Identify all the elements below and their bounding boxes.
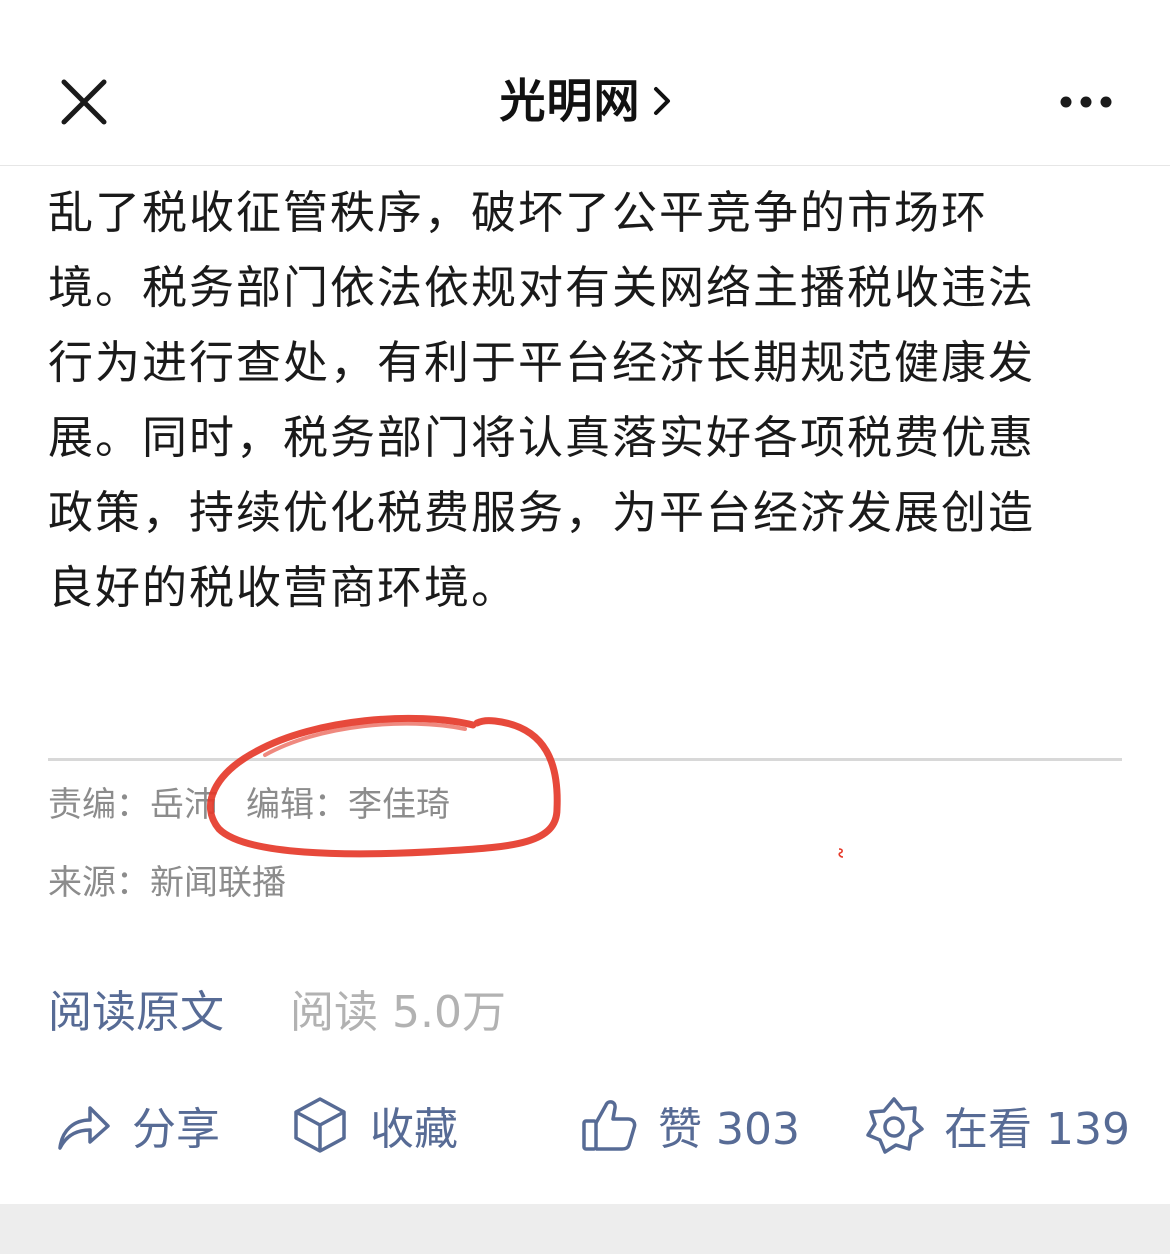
top-navbar: 光明网 (0, 0, 1170, 166)
article-line: 行为进行查处，有利于平台经济长期规范健康发 (48, 336, 1036, 389)
favorite-button[interactable]: 收藏 (290, 1085, 458, 1165)
chevron-right-icon (653, 86, 670, 115)
viewing-button[interactable]: 在看 139 (864, 1085, 1130, 1165)
read-count: 阅读 5.0万 (290, 987, 506, 1038)
cube-icon (294, 1097, 346, 1153)
source-credit: 来源：新闻联播 (48, 861, 286, 905)
more-button[interactable] (1058, 84, 1114, 120)
share-button[interactable]: 分享 (54, 1085, 220, 1165)
editor2-label: 编辑： (246, 785, 348, 825)
editor2-name: 李佳琦 (348, 785, 450, 825)
editor-credit: 责编：岳沛 编辑：李佳琦 (48, 783, 450, 827)
source-label: 来源： (48, 863, 150, 903)
thumbs-up-icon (582, 1100, 637, 1151)
red-speck (838, 848, 844, 858)
action-bar: 分享 收藏 赞 303 在看 139 (0, 1085, 1170, 1165)
viewing-label: 在看 139 (944, 1104, 1130, 1155)
favorite-label: 收藏 (370, 1104, 458, 1155)
account-name: 光明网 (499, 74, 641, 128)
divider (48, 758, 1122, 761)
share-label: 分享 (132, 1104, 220, 1155)
source-name: 新闻联播 (150, 863, 286, 903)
article-line: 政策，持续优化税费服务，为平台经济发展创造 (48, 486, 1036, 539)
like-label: 赞 303 (658, 1104, 800, 1155)
editor-name: 岳沛 (150, 785, 218, 825)
bottom-bar (0, 1204, 1170, 1254)
article-line: 良好的税收营商环境。 (48, 561, 519, 614)
article-body: 乱了税收征管秩序，破坏了公平竞争的市场环 境。税务部门依法依规对有关网络主播税收… (48, 175, 1122, 625)
share-icon (58, 1106, 110, 1150)
read-row: 阅读原文 阅读 5.0万 (48, 985, 506, 1045)
article-line: 境。税务部门依法依规对有关网络主播税收违法 (48, 261, 1036, 314)
article-line: 展。同时，税务部门将认真落实好各项税费优惠 (48, 411, 1036, 464)
account-title[interactable]: 光明网 (0, 70, 1170, 132)
read-original-link[interactable]: 阅读原文 (48, 985, 224, 1041)
flower-icon (866, 1097, 924, 1154)
like-button[interactable]: 赞 303 (580, 1085, 800, 1165)
more-icon (1060, 96, 1112, 108)
editor-label: 责编： (48, 785, 150, 825)
article-page: 光明网 乱了税收征管秩序，破坏了公平竞争的市场环 境。税务部门依法依规对有关网络… (0, 0, 1170, 1254)
article-line: 乱了税收征管秩序，破坏了公平竞争的市场环 (48, 186, 989, 239)
